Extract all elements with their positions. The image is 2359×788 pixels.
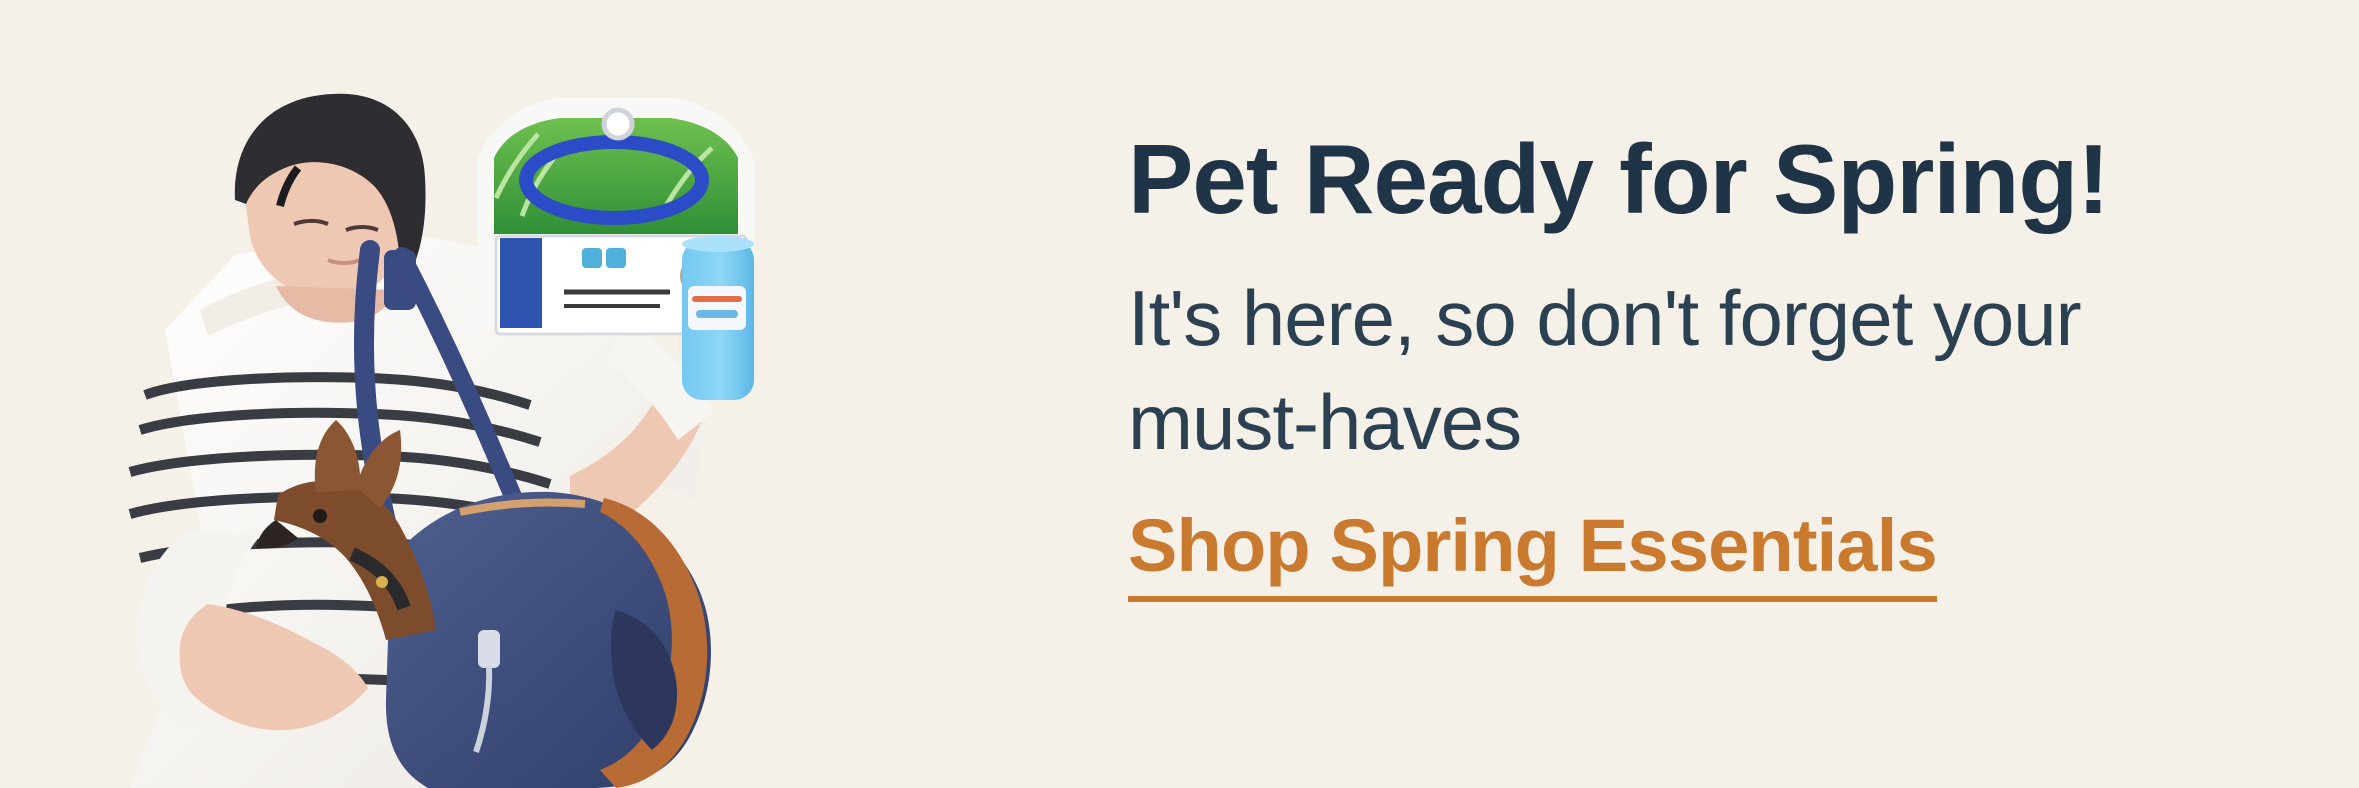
hero-illustration — [128, 93, 754, 788]
waste-bag-roll — [682, 236, 754, 400]
promo-banner: Pet Ready for Spring! It's here, so don'… — [0, 0, 2359, 788]
shop-spring-essentials-link[interactable]: Shop Spring Essentials — [1128, 504, 1938, 602]
promo-subheadline: It's here, so don't forget your must-hav… — [1128, 273, 2082, 467]
promo-copy: Pet Ready for Spring! It's here, so don'… — [1128, 124, 2288, 602]
page-title: Pet Ready for Spring! — [1128, 124, 2110, 234]
